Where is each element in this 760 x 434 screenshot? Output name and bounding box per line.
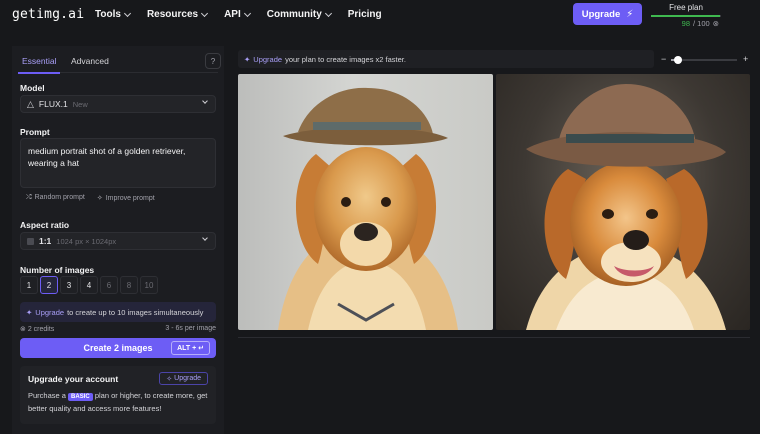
upgrade-card-text: Purchase a BASIC plan or higher, to crea… (28, 390, 212, 414)
basic-plan-badge: BASIC (68, 393, 93, 401)
number-of-images-label: Number of images (20, 265, 95, 275)
upgrade-tip-link[interactable]: Upgrade (35, 308, 64, 317)
golden-retriever-image (278, 87, 458, 330)
credits-cost-label: 2 credits (27, 326, 55, 333)
upgrade-card-title: Upgrade your account (28, 374, 119, 384)
generated-image-1[interactable] (238, 74, 493, 330)
panel-tabs: Essential Advanced ? (18, 51, 221, 74)
number-of-images-option[interactable]: 10 (140, 276, 158, 294)
prompt-label: Prompt (20, 127, 50, 137)
nav-community-label: Community (266, 9, 322, 20)
sparkle-icon: ✦ (244, 54, 251, 64)
lightning-icon: ⚡ (626, 8, 634, 20)
number-of-images-option[interactable]: 4 (80, 276, 98, 294)
speed-upgrade-banner: ✦ Upgrade your plan to create images x2 … (238, 50, 654, 68)
generation-time: 3 - 6s per image (165, 325, 216, 332)
nav-api-label: API (224, 9, 241, 20)
chevron-down-icon (243, 9, 251, 17)
plan-usage: Free plan 98 / 100 ⊗ (651, 3, 721, 28)
generated-image-2[interactable] (496, 74, 750, 330)
nav-tools-label: Tools (95, 9, 121, 20)
help-icon: ? (210, 56, 216, 66)
tab-essential[interactable]: Essential (22, 56, 57, 66)
chevron-down-icon (201, 9, 209, 17)
nav-resources[interactable]: Resources (146, 9, 209, 20)
nav-resources-label: Resources (146, 9, 199, 20)
nav-pricing-label: Pricing (347, 9, 382, 20)
plan-used: 98 (681, 19, 691, 28)
chevron-down-icon (202, 235, 208, 241)
coins-icon: ⊗ (712, 19, 719, 28)
help-button[interactable]: ? (205, 53, 221, 69)
nav-tools[interactable]: Tools (95, 9, 131, 20)
number-of-images-option[interactable]: 8 (120, 276, 138, 294)
upgrade-card-button[interactable]: ✧ Upgrade (159, 372, 208, 385)
random-prompt-label: Random prompt (34, 194, 85, 201)
aspect-ratio-select[interactable]: 1:1 1024 px × 1024px (20, 232, 216, 250)
nav-api[interactable]: API (224, 9, 251, 20)
chevron-down-icon (123, 9, 131, 17)
active-tab-indicator (18, 72, 60, 74)
coins-icon: ⊗ (20, 326, 26, 333)
divider (238, 337, 750, 338)
credits-row: ⊗ 2 credits 3 - 6s per image (20, 325, 216, 333)
upgrade-account-card: Upgrade your account ✧ Upgrade Purchase a… (20, 366, 216, 424)
improve-prompt-button[interactable]: ✧ Improve prompt (97, 194, 155, 202)
chevron-down-icon (202, 98, 208, 104)
plan-total: / 100 (693, 19, 710, 28)
plan-progress-bar (651, 15, 721, 17)
number-of-images-option[interactable]: 3 (60, 276, 78, 294)
upgrade-button-label: Upgrade (581, 8, 621, 20)
create-images-label: Create 2 images (83, 343, 153, 353)
nav-links: Tools Resources API Community Pricing (95, 9, 399, 20)
settings-panel: Essential Advanced ? Model △ FLUX.1 New … (12, 46, 224, 434)
aspect-ratio-value: 1:1 (39, 236, 52, 246)
top-navigation: getimg.ai Tools Resources API Community … (0, 0, 760, 30)
zoom-slider-handle[interactable] (673, 56, 682, 64)
upgrade-button[interactable]: Upgrade ⚡ (573, 3, 642, 25)
nav-pricing[interactable]: Pricing (348, 9, 382, 20)
improve-prompt-label: Improve prompt (105, 195, 155, 202)
zoom-slider[interactable] (671, 56, 737, 64)
random-prompt-button[interactable]: ⤮ Random prompt (26, 194, 85, 202)
flux-logo-icon: △ (27, 98, 34, 109)
logo[interactable]: getimg.ai (12, 7, 84, 22)
plan-label: Free plan (669, 3, 703, 12)
zoom-control: − + (661, 54, 750, 66)
number-of-images-options: 1 2 3 4 6 8 10 (20, 276, 158, 294)
plan-credits: 98 / 100 ⊗ (651, 19, 721, 28)
golden-retriever-image (526, 84, 726, 330)
number-of-images-option[interactable]: 2 (40, 276, 58, 294)
square-icon (27, 237, 34, 245)
aspect-ratio-size: 1024 px × 1024px (56, 236, 117, 246)
number-of-images-option[interactable]: 6 (100, 276, 118, 294)
credits-cost: ⊗ 2 credits (20, 325, 54, 333)
zoom-in-button[interactable]: + (743, 54, 748, 64)
prompt-actions: ⤮ Random prompt ✧ Improve prompt (26, 194, 155, 202)
nav-community[interactable]: Community (266, 9, 332, 20)
number-of-images-option[interactable]: 1 (20, 276, 38, 294)
aspect-ratio-label: Aspect ratio (20, 220, 70, 230)
prompt-input[interactable]: medium portrait shot of a golden retriev… (20, 138, 216, 188)
sparkle-icon: ✧ (96, 195, 103, 202)
upgrade-card-button-label: Upgrade (174, 375, 201, 382)
sparkle-icon: ✦ (26, 307, 33, 317)
upgrade-card-text-before: Purchase a (28, 391, 66, 400)
banner-text: your plan to create images x2 faster. (285, 54, 406, 64)
model-new-tag: New (72, 99, 88, 109)
model-name: FLUX.1 (38, 99, 68, 109)
plan-progress-fill (651, 15, 720, 17)
upgrade-tip-text: to create up to 10 images simultaneously (67, 307, 204, 317)
model-label: Model (20, 83, 45, 93)
upgrade-tip: ✦ Upgrade to create up to 10 images simu… (20, 302, 216, 322)
shuffle-icon: ⤮ (26, 194, 32, 201)
model-select[interactable]: △ FLUX.1 New (20, 95, 216, 113)
create-images-button[interactable]: Create 2 images ALT + ↵ (20, 338, 216, 358)
zoom-out-button[interactable]: − (661, 54, 666, 64)
tab-advanced[interactable]: Advanced (71, 56, 109, 66)
banner-upgrade-link[interactable]: Upgrade (253, 55, 282, 64)
sparkle-icon: ✧ (166, 375, 173, 383)
chevron-down-icon (324, 9, 332, 17)
keyboard-shortcut: ALT + ↵ (171, 341, 210, 355)
